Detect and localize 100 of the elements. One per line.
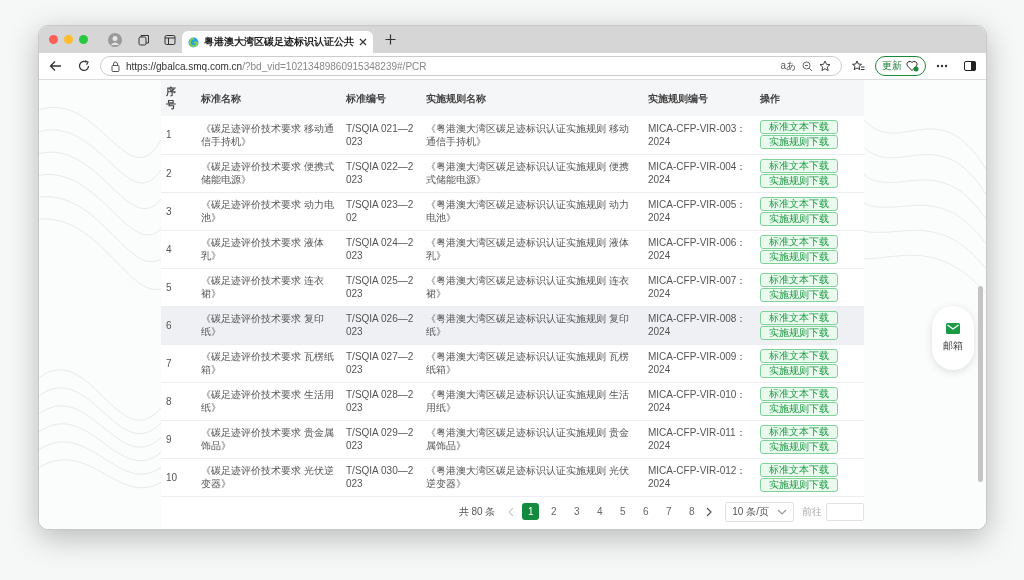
lock-icon [111, 60, 120, 72]
download-button[interactable]: 实施规则下载 [760, 135, 838, 150]
download-button[interactable]: 实施规则下载 [760, 325, 838, 340]
table-cell: T/SQIA 029—2023 [341, 420, 421, 458]
table-cell: 《碳足迹评价技术要求 连衣裙》 [196, 268, 341, 306]
table-cell: 1 [161, 116, 196, 154]
table-cell: T/SQIA 030—2023 [341, 458, 421, 496]
download-button[interactable]: 实施规则下载 [760, 439, 838, 454]
column-header: 序号 [166, 85, 176, 111]
heart-icon [906, 60, 919, 72]
table-cell: 5 [161, 268, 196, 306]
download-button[interactable]: 标准文本下载 [760, 424, 838, 439]
sidebar-icon[interactable] [164, 33, 176, 46]
table-cell: 《粤港澳大湾区碳足迹标识认证实施规则 动力电池》 [421, 192, 643, 230]
column-header: 实施规则编号 [648, 92, 708, 104]
browser-tab[interactable]: 粤港澳大湾区碳足迹标识认证公共 [182, 31, 373, 53]
table-cell: MICA-CFP-VIR-003：2024 [643, 116, 755, 154]
download-button[interactable]: 标准文本下载 [760, 120, 838, 135]
download-button[interactable]: 标准文本下载 [760, 196, 838, 211]
table-cell: T/SQIA 024—2023 [341, 230, 421, 268]
table-cell: 4 [161, 230, 196, 268]
column-header: 标准编号 [346, 92, 386, 104]
page-button[interactable]: 6 [637, 503, 655, 520]
table-cell: 《碳足迹评价技术要求 生活用纸》 [196, 382, 341, 420]
table-cell: 《碳足迹评价技术要求 移动通信手持机》 [196, 116, 341, 154]
table-cell: 《粤港澳大湾区碳足迹标识认证实施规则 复印纸》 [421, 306, 643, 344]
table-cell: T/SQIA 027—2023 [341, 344, 421, 382]
page-button[interactable]: 8 [683, 503, 701, 520]
table-cell: 《碳足迹评价技术要求 瓦楞纸箱》 [196, 344, 341, 382]
site-logo-icon [188, 36, 199, 48]
page-button[interactable]: 4 [591, 503, 609, 520]
table-cell: MICA-CFP-VIR-006：2024 [643, 230, 755, 268]
table-cell: 《粤港澳大湾区碳足迹标识认证实施规则 瓦楞纸箱》 [421, 344, 643, 382]
table-cell: MICA-CFP-VIR-012：2024 [643, 458, 755, 496]
download-button[interactable]: 标准文本下载 [760, 462, 838, 477]
page-button[interactable]: 7 [660, 503, 678, 520]
close-tab-icon[interactable] [359, 38, 367, 46]
table-cell: MICA-CFP-VIR-011：2024 [643, 420, 755, 458]
favorites-icon[interactable] [852, 60, 865, 72]
update-button[interactable]: 更新 [875, 56, 926, 76]
table-cell: T/SQIA 023—202 [341, 192, 421, 230]
download-button[interactable]: 标准文本下载 [760, 348, 838, 363]
more-icon[interactable] [936, 64, 948, 68]
table-cell: T/SQIA 021—2023 [341, 116, 421, 154]
table-cell: 《碳足迹评价技术要求 便携式储能电源》 [196, 154, 341, 192]
url-text: https://gbalca.smq.com.cn/?bd_vid=10213489860915348239#/PCR [126, 60, 428, 72]
download-button[interactable]: 实施规则下载 [760, 401, 838, 416]
page-input-field[interactable] [826, 502, 864, 521]
table-cell: MICA-CFP-VIR-005：2024 [643, 192, 755, 230]
download-button[interactable]: 实施规则下载 [760, 211, 838, 226]
zoom-out-icon[interactable] [802, 60, 813, 72]
table-cell: 6 [161, 306, 196, 344]
table-cell: 《粤港澳大湾区碳足迹标识认证实施规则 贵金属饰品》 [421, 420, 643, 458]
table-cell: 《碳足迹评价技术要求 液体乳》 [196, 230, 341, 268]
page-button[interactable]: 5 [614, 503, 632, 520]
page-button[interactable]: 1 [522, 503, 540, 520]
envelope-icon [946, 323, 960, 334]
back-icon[interactable] [49, 60, 62, 72]
download-button[interactable]: 实施规则下载 [760, 249, 838, 264]
table-cell: 3 [161, 192, 196, 230]
table-cell: MICA-CFP-VIR-007：2024 [643, 268, 755, 306]
column-header: 操作 [760, 92, 780, 104]
column-header: 实施规则名称 [426, 92, 486, 104]
table-cell: 《碳足迹评价技术要求 动力电池》 [196, 192, 341, 230]
table-cell: MICA-CFP-VIR-008：2024 [643, 306, 755, 344]
page-button[interactable]: 3 [568, 503, 586, 520]
table-cell: MICA-CFP-VIR-009：2024 [643, 344, 755, 382]
download-button[interactable]: 实施规则下载 [760, 173, 838, 188]
download-button[interactable]: 标准文本下载 [760, 310, 838, 325]
download-button[interactable]: 实施规则下载 [760, 477, 838, 492]
scrollbar-thumb[interactable] [978, 286, 983, 482]
table-cell: T/SQIA 028—2023 [341, 382, 421, 420]
goto-label: 前往 [802, 504, 822, 519]
table-cell: T/SQIA 022—2023 [341, 154, 421, 192]
table-cell: MICA-CFP-VIR-004：2024 [643, 154, 755, 192]
page-size-select[interactable]: 10 条/页 [725, 501, 794, 522]
table-cell: 《碳足迹评价技术要求 贵金属饰品》 [196, 420, 341, 458]
table-cell: 9 [161, 420, 196, 458]
table-cell: 《粤港澳大湾区碳足迹标识认证实施规则 便携式储能电源》 [421, 154, 643, 192]
download-button[interactable]: 实施规则下载 [760, 363, 838, 378]
table-cell: 《粤港澳大湾区碳足迹标识认证实施规则 移动通信手持机》 [421, 116, 643, 154]
download-button[interactable]: 标准文本下载 [760, 158, 838, 173]
reload-icon[interactable] [78, 60, 90, 72]
page-button[interactable]: 2 [545, 503, 563, 520]
sidebar-toggle-icon[interactable] [964, 61, 976, 71]
table-cell: 《碳足迹评价技术要求 复印纸》 [196, 306, 341, 344]
read-aloud-icon[interactable]: aあ [780, 59, 796, 73]
star-icon[interactable] [819, 60, 831, 72]
download-button[interactable]: 标准文本下载 [760, 272, 838, 287]
download-button[interactable]: 实施规则下载 [760, 287, 838, 302]
mail-button[interactable]: 邮箱 [932, 306, 974, 370]
table-cell: 8 [161, 382, 196, 420]
table-cell: 7 [161, 344, 196, 382]
download-button[interactable]: 标准文本下载 [760, 386, 838, 401]
download-button[interactable]: 标准文本下载 [760, 234, 838, 249]
tab-groups-icon[interactable] [138, 33, 150, 46]
new-tab-icon[interactable] [385, 34, 396, 45]
table-cell: MICA-CFP-VIR-010：2024 [643, 382, 755, 420]
table-cell: 《碳足迹评价技术要求 光伏逆变器》 [196, 458, 341, 496]
tab-title: 粤港澳大湾区碳足迹标识认证公共 [204, 35, 354, 49]
